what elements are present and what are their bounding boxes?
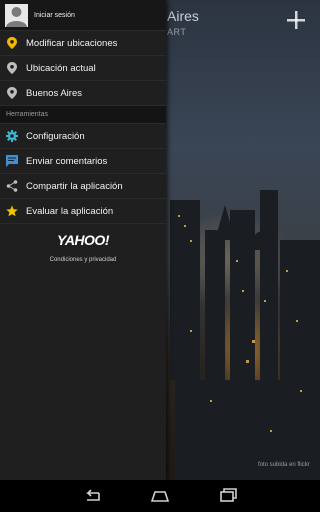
gear-icon xyxy=(6,130,18,142)
location-pin-icon xyxy=(6,87,18,99)
home-icon[interactable] xyxy=(150,486,170,506)
add-location-icon[interactable] xyxy=(284,8,308,32)
menu-item-label: Ubicación actual xyxy=(26,62,96,74)
location-subtitle: ART xyxy=(167,27,187,37)
person-icon xyxy=(6,6,27,27)
location-pin-icon xyxy=(6,37,18,49)
navigation-drawer: Iniciar sesión Modificar ubicaciones Ubi… xyxy=(0,0,166,480)
share-icon xyxy=(6,180,18,192)
menu-item-buenos-aires[interactable]: Buenos Aires xyxy=(0,81,166,106)
terms-and-privacy-link[interactable]: Condiciones y privacidad xyxy=(0,257,166,263)
menu-item-label: Evaluar la aplicación xyxy=(26,205,114,217)
menu-item-settings[interactable]: Configuración xyxy=(0,124,166,149)
section-header-tools: Herramientas xyxy=(0,106,166,124)
signin-label: Iniciar sesión xyxy=(34,11,75,19)
menu-item-label: Enviar comentarios xyxy=(26,155,108,167)
star-icon xyxy=(6,205,18,217)
menu-item-current-location[interactable]: Ubicación actual xyxy=(0,56,166,81)
menu-item-label: Compartir la aplicación xyxy=(26,180,123,192)
avatar xyxy=(5,3,28,27)
yahoo-logo: YAHOO! xyxy=(57,232,109,248)
back-icon[interactable] xyxy=(82,486,102,506)
photo-credit: foto subida en flickr xyxy=(258,462,310,468)
system-navigation-bar xyxy=(0,480,320,512)
location-title: Aires xyxy=(167,8,199,24)
menu-item-label: Configuración xyxy=(26,130,85,142)
chat-icon xyxy=(6,155,18,167)
menu-item-label: Modificar ubicaciones xyxy=(26,37,118,49)
profile-header[interactable]: Iniciar sesión xyxy=(0,0,166,31)
location-pin-icon xyxy=(6,62,18,74)
menu-item-send-feedback[interactable]: Enviar comentarios xyxy=(0,149,166,174)
menu-item-share-app[interactable]: Compartir la aplicación xyxy=(0,174,166,199)
menu-item-rate-app[interactable]: Evaluar la aplicación xyxy=(0,199,166,224)
menu-item-label: Buenos Aires xyxy=(26,87,82,99)
menu-item-modify-locations[interactable]: Modificar ubicaciones xyxy=(0,31,166,56)
recent-apps-icon[interactable] xyxy=(218,486,238,506)
